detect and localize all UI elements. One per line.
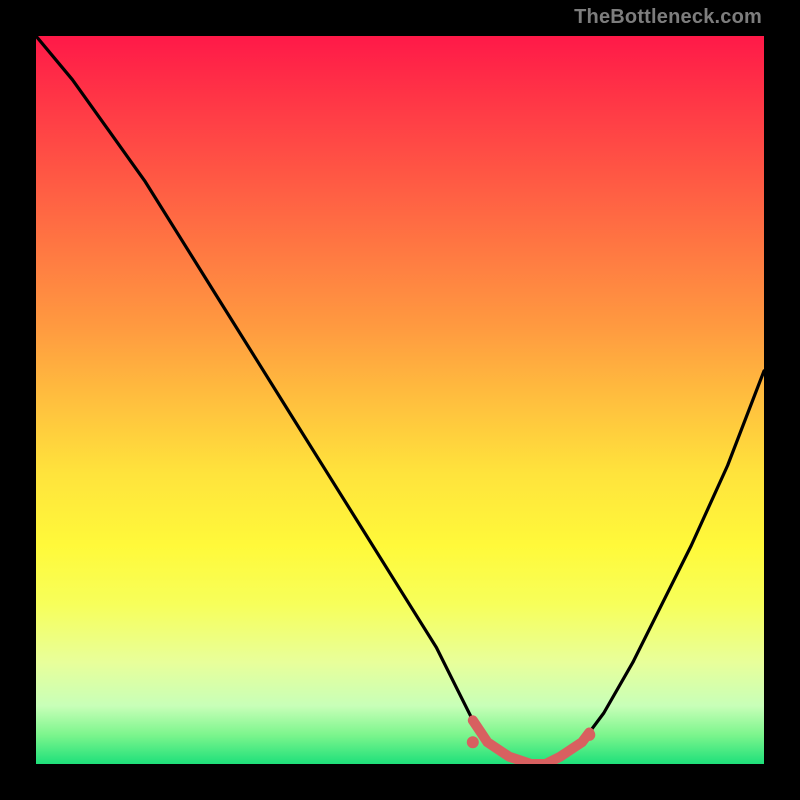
watermark-text: TheBottleneck.com [574, 6, 762, 29]
bottleneck-curve [36, 36, 764, 764]
chart-frame: TheBottleneck.com [0, 0, 800, 800]
curve-layer [36, 36, 764, 764]
highlight-band [473, 720, 590, 764]
plot-area [36, 36, 764, 764]
range-start-marker [467, 736, 479, 748]
range-end-marker [583, 729, 595, 741]
